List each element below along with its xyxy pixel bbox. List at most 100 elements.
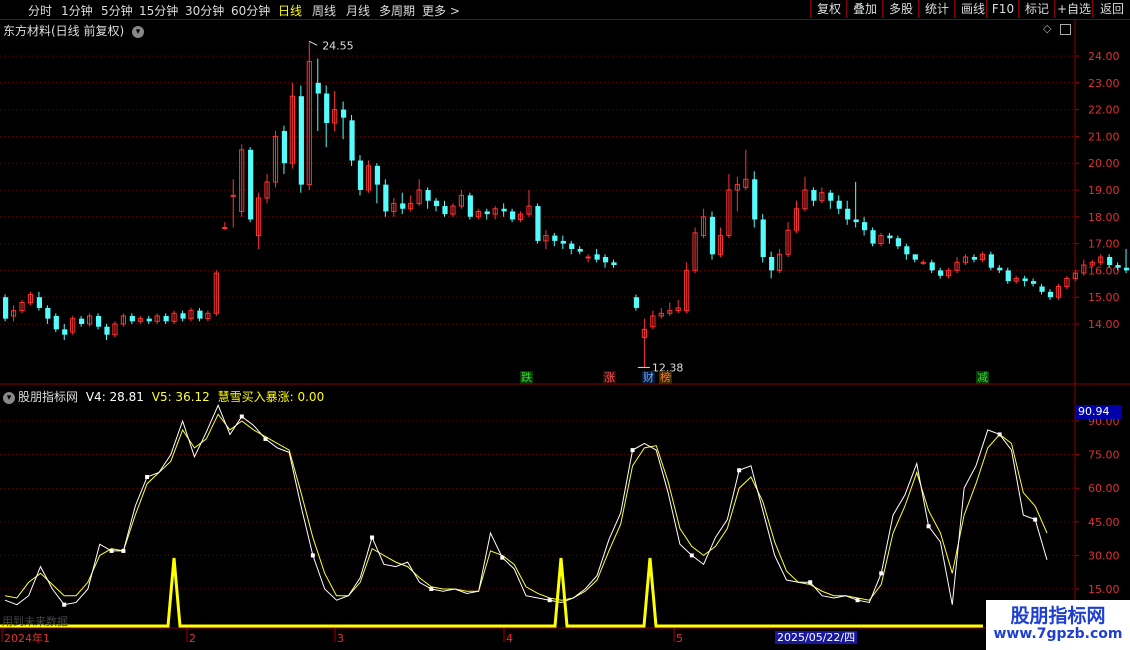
period-tab-10[interactable]: 更多 > [422,2,460,19]
diamond-icon[interactable]: ◇ [1043,22,1051,35]
chevron-down-icon[interactable]: ▾ [132,25,145,38]
v4-label: V4: 28.81 [85,390,144,404]
period-tab-2[interactable]: 5分钟 [101,2,133,19]
candle-body [10,310,17,317]
signal-marker[interactable]: 减 [976,371,989,384]
v5-line [4,413,1048,601]
candle-body [357,160,364,190]
cursor-date-label: 2025/05/22/四 [775,631,858,644]
toolbar-button-8[interactable]: 返回 [1092,0,1130,18]
candle-body [324,93,330,123]
candle-body [416,189,422,204]
period-tab-8[interactable]: 月线 [346,2,370,19]
candle-body [535,206,541,241]
candle-body [988,254,994,268]
toolbar-button-7[interactable]: +自选 [1054,0,1093,18]
candle-body [87,315,93,325]
period-tab-5[interactable]: 60分钟 [231,2,270,19]
toolbar-button-3[interactable]: 统计 [918,0,955,18]
candle-body [450,205,456,215]
candle-body [306,60,312,186]
top-toolbar: 分时 1分钟 5分钟 15分钟 30分钟 60分钟 日线 周线 月线 多周期 更多 > 复权 叠加 多股… [0,0,1130,20]
candle-body [442,206,448,215]
candle-body [700,216,707,237]
toolbar-button-2[interactable]: 多股 [882,0,919,18]
candle-body [785,229,791,255]
candle-body [400,203,406,209]
candle-body [1098,256,1104,263]
candle-body [709,216,716,255]
candle-body [146,318,152,322]
candle-body [569,243,575,249]
period-tab-7[interactable]: 周线 [312,2,336,19]
v4-marker [62,602,67,607]
date-axis-label: 5 [676,632,683,645]
candle-body [853,219,859,223]
period-tab-6[interactable]: 日线 [278,2,302,19]
candle-body [887,235,893,239]
candle-body [341,109,347,118]
v4-marker [855,598,860,603]
period-tab-3[interactable]: 15分钟 [139,2,178,19]
v4-line [4,404,1048,606]
candle-body [760,219,766,257]
candle-body [777,253,783,271]
signal-marker[interactable]: 跌 [520,371,533,384]
period-tab-9[interactable]: 多周期 [379,2,415,19]
candle-body [836,200,842,209]
candle-body [929,262,935,271]
toolbar-button-6[interactable]: 标记 [1018,0,1055,18]
candle-body [585,256,591,259]
square-icon[interactable] [1060,24,1071,35]
candle-body [577,248,583,252]
candle-body [650,315,656,328]
toolbar-button-1[interactable]: 叠加 [846,0,883,18]
candle-body [552,235,558,241]
candle-body [1047,291,1054,298]
candle-body [793,208,800,231]
price-axis-label: 24.00 [1088,50,1120,63]
price-axis-label: 15.00 [1088,291,1120,304]
period-tab-0[interactable]: 分时 [28,2,52,19]
candle-body [205,312,211,320]
candle-body [526,205,532,215]
v4-marker [121,548,126,553]
period-tab-4[interactable]: 30分钟 [185,2,224,19]
candle-body [1089,261,1095,266]
candle-body [19,302,25,312]
chevron-down-icon[interactable]: ▾ [3,391,15,404]
watermark-url: www.7gpzb.com [993,626,1123,642]
candle-body [510,211,516,220]
candle-body [752,179,758,220]
candle-body [492,208,498,215]
candle-body [45,307,51,319]
toolbar-button-0[interactable]: 复权 [810,0,847,18]
period-tab-1[interactable]: 1分钟 [61,2,93,19]
candle-body [611,262,617,266]
candle-body [3,297,9,319]
candle-body [197,310,203,319]
candle-body [1031,281,1037,284]
date-axis-label: 2024年1 [4,631,50,645]
indicator-axis-label: 75.00 [1088,449,1120,462]
date-axis-label: 2 [189,632,196,645]
signal-marker[interactable]: 涨 [603,371,616,384]
v4-marker [926,524,931,529]
candle-body [667,310,673,314]
signal-marker[interactable]: 财 [642,371,655,384]
v4-marker [630,448,635,453]
candle-body [425,190,431,201]
candle-body [658,312,664,317]
price-chart: 24.00 23.00 22.00 21.00 20.00 19.00 18.00 17.00… [0,20,1130,650]
signal-marker[interactable]: 榜 [659,371,672,384]
candle-body [962,256,969,263]
v4-marker [547,598,552,603]
candle-body [256,197,262,237]
candle-body [62,329,68,335]
v4-marker [500,555,505,560]
candle-body [120,315,127,325]
candle-body [1072,272,1078,279]
candle-body [602,257,609,263]
toolbar-button-5[interactable]: F10 [986,0,1019,18]
date-axis-label: 4 [506,632,513,645]
